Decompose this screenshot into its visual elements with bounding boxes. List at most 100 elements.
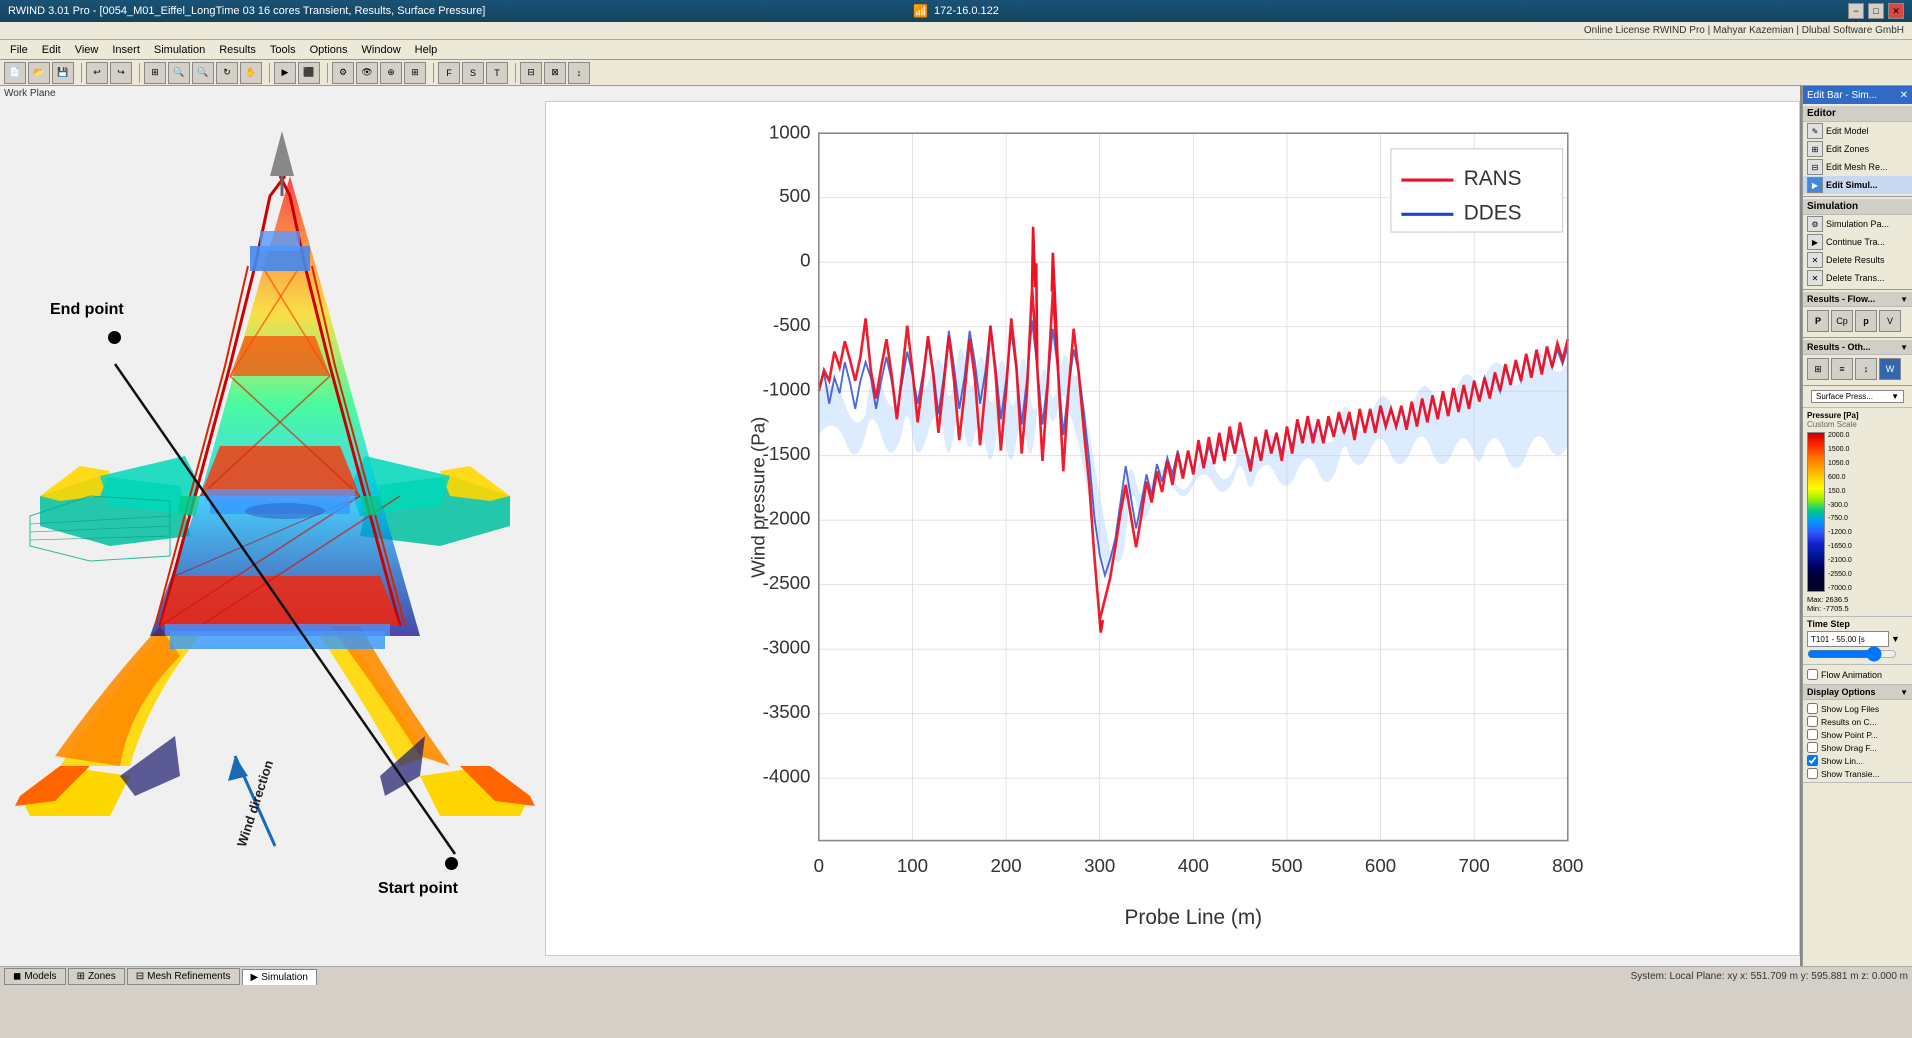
tab-simulation[interactable]: ▶ Simulation [242,969,317,985]
cs-max-value: 2636.5 [1825,595,1848,604]
tb-grid[interactable]: ⊞ [404,62,426,84]
viewport[interactable]: Work Plane [0,86,1802,966]
other-W-btn[interactable]: W [1879,358,1901,380]
tab-mesh-refinements[interactable]: ⊟ Mesh Refinements [127,968,240,985]
show-transie-checkbox[interactable] [1807,768,1818,779]
tab-models[interactable]: ◼ Models [4,968,66,985]
time-step-expand-icon[interactable]: ▼ [1891,634,1900,644]
delete-trans-item[interactable]: ✕ Delete Trans... [1803,269,1912,287]
tb-undo[interactable]: ↩ [86,62,108,84]
results-other-arrow[interactable]: ▼ [1900,343,1908,352]
tb-extra1[interactable]: ⊟ [520,62,542,84]
show-lin-checkbox[interactable] [1807,755,1818,766]
tb-stop[interactable]: ⬛ [298,62,320,84]
menu-bar: File Edit View Insert Simulation Results… [0,40,1912,60]
flow-animation-row: Flow Animation [1807,668,1908,681]
edit-model-item[interactable]: ✎ Edit Model [1803,122,1912,140]
tb-extra3[interactable]: ↕ [568,62,590,84]
svg-text:-3500: -3500 [763,701,811,722]
flow-animation-section: Flow Animation [1803,665,1912,685]
tb-display[interactable]: 👁 [356,62,378,84]
tb-top[interactable]: T [486,62,508,84]
color-scale-bar [1807,432,1825,592]
display-options-header[interactable]: Display Options ▼ [1803,685,1912,700]
menu-view[interactable]: View [69,42,105,58]
menu-window[interactable]: Window [356,42,407,58]
menu-help[interactable]: Help [409,42,444,58]
menu-tools[interactable]: Tools [264,42,302,58]
tb-separator-2 [136,63,140,83]
tb-render[interactable]: ▶ [274,62,296,84]
flow-P-btn[interactable]: P [1807,310,1829,332]
start-point-dot [445,857,458,870]
svg-text:RANS: RANS [1464,167,1522,190]
show-drag-f-checkbox[interactable] [1807,742,1818,753]
zones-icon: ⊞ [77,971,85,982]
tb-open[interactable]: 📂 [28,62,50,84]
tb-redo[interactable]: ↪ [110,62,132,84]
menu-options[interactable]: Options [304,42,354,58]
delete-results-item[interactable]: ✕ Delete Results [1803,251,1912,269]
show-log-files-checkbox[interactable] [1807,703,1818,714]
flow-p-btn[interactable]: p [1855,310,1877,332]
chart-container: 1000 500 0 -500 -1000 -1500 -2000 -2500 … [545,101,1800,956]
tb-separator-1 [78,63,82,83]
results-flow-arrow[interactable]: ▼ [1900,295,1908,304]
tb-zoom-in[interactable]: 🔍 [168,62,190,84]
editor-title: Editor [1803,106,1912,122]
tb-rotate[interactable]: ↻ [216,62,238,84]
surface-pressure-dropdown[interactable]: Surface Press... ▼ [1811,390,1904,403]
menu-results[interactable]: Results [213,42,262,58]
tb-pan[interactable]: ✋ [240,62,262,84]
other-btn1[interactable]: ⊞ [1807,358,1829,380]
tab-sim-label: Simulation [261,972,308,983]
svg-text:-500: -500 [773,314,810,335]
tb-side[interactable]: S [462,62,484,84]
show-point-p-row: Show Point P... [1807,728,1908,741]
flow-animation-checkbox[interactable] [1807,669,1818,680]
results-flow-title: Results - Flow... [1807,294,1875,304]
edit-simul-icon: ▶ [1807,177,1823,193]
maximize-button[interactable]: □ [1868,3,1884,19]
tb-front[interactable]: F [438,62,460,84]
menu-insert[interactable]: Insert [106,42,146,58]
window-controls[interactable]: − □ ✕ [1848,3,1904,19]
cs-val-12: -7000.0 [1828,585,1852,592]
tb-axes[interactable]: ⊕ [380,62,402,84]
continue-trans-item[interactable]: ▶ Continue Tra... [1803,233,1912,251]
cs-min-label: Min: [1807,604,1821,613]
color-scale-labels: 2000.0 1500.0 1050.0 600.0 150.0 -300.0 … [1828,432,1852,592]
menu-edit[interactable]: Edit [36,42,67,58]
close-button[interactable]: ✕ [1888,3,1904,19]
results-on-c-checkbox[interactable] [1807,716,1818,727]
tb-zoom-fit[interactable]: ⊞ [144,62,166,84]
sim-params-item[interactable]: ⚙ Simulation Pa... [1803,215,1912,233]
tb-new[interactable]: 📄 [4,62,26,84]
show-drag-f-row: Show Drag F... [1807,741,1908,754]
menu-file[interactable]: File [4,42,34,58]
flow-V-btn[interactable]: V [1879,310,1901,332]
time-step-input[interactable] [1807,631,1889,647]
other-btn3[interactable]: ↕ [1855,358,1877,380]
minimize-button[interactable]: − [1848,3,1864,19]
edit-zones-item[interactable]: ⊞ Edit Zones [1803,140,1912,158]
tb-save[interactable]: 💾 [52,62,74,84]
tb-zoom-out[interactable]: 🔍 [192,62,214,84]
show-transie-row: Show Transie... [1807,767,1908,780]
other-btn2[interactable]: ≡ [1831,358,1853,380]
edit-mesh-item[interactable]: ⊟ Edit Mesh Re... [1803,158,1912,176]
tab-zones[interactable]: ⊞ Zones [68,968,125,985]
tb-extra2[interactable]: ⊠ [544,62,566,84]
time-step-slider[interactable] [1807,649,1897,659]
menu-simulation[interactable]: Simulation [148,42,211,58]
tb-settings[interactable]: ⚙ [332,62,354,84]
tab-models-label: Models [24,971,56,982]
right-panel-header: Edit Bar - Sim... ✕ [1803,86,1912,104]
right-panel-close-icon[interactable]: ✕ [1900,90,1908,101]
title-bar: RWIND 3.01 Pro - [0054_M01_Eiffel_LongTi… [0,0,1912,22]
edit-simul-item[interactable]: ▶ Edit Simul... [1803,176,1912,194]
flow-Cp-btn[interactable]: Cp [1831,310,1853,332]
show-point-p-checkbox[interactable] [1807,729,1818,740]
cs-val-7: -750.0 [1828,515,1852,522]
time-step-section: Time Step ▼ [1803,617,1912,665]
